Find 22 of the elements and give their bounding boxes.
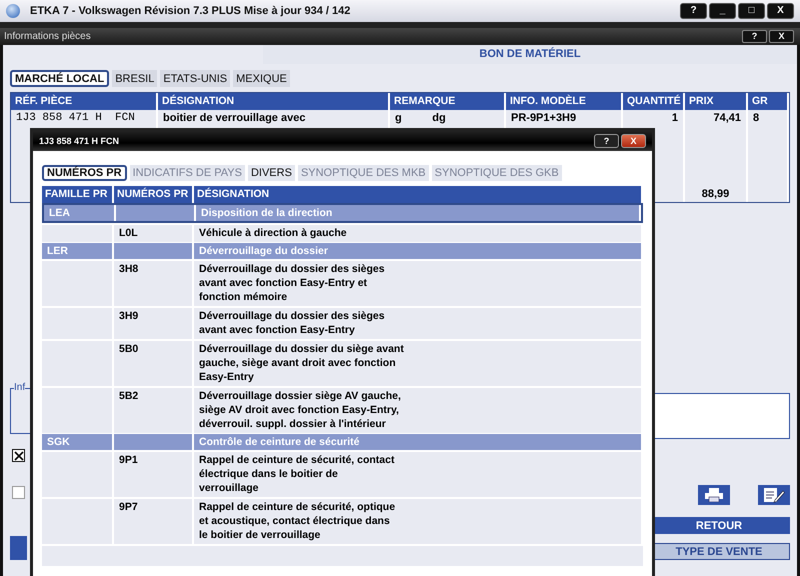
window-title: ETKA 7 - Volkswagen Révision 7.3 PLUS Mise à jour 934 / 142 xyxy=(30,5,352,17)
maximize-button[interactable]: □ xyxy=(738,3,765,19)
tab[interactable]: DIVERS xyxy=(248,165,295,181)
close-button[interactable]: X xyxy=(767,3,794,19)
panel-title: Informations pièces xyxy=(4,31,92,42)
total-price: 88,99 xyxy=(702,188,730,200)
dialog-title: 1J3 858 471 H FCN xyxy=(39,136,120,146)
tab[interactable]: NUMÉROS PR xyxy=(42,165,127,181)
close-button[interactable]: X xyxy=(769,30,794,43)
market-tab[interactable]: ETATS-UNIS xyxy=(160,70,230,87)
market-tab[interactable]: MEXIQUE xyxy=(233,70,290,87)
group-label: Inf xyxy=(14,382,26,393)
section-heading: BON DE MATÉRIEL xyxy=(263,45,797,64)
help-button[interactable]: ? xyxy=(594,134,619,148)
minimize-button[interactable]: _ xyxy=(709,3,736,19)
market-tab[interactable]: MARCHÉ LOCAL xyxy=(10,70,110,87)
market-tab[interactable]: BRESIL xyxy=(112,70,158,87)
help-button[interactable]: ? xyxy=(742,30,767,43)
table-cell: LEA xyxy=(44,205,116,221)
close-button[interactable]: X xyxy=(621,134,646,148)
table-cell: Disposition de la direction xyxy=(196,205,641,221)
help-button[interactable]: ? xyxy=(680,3,707,19)
